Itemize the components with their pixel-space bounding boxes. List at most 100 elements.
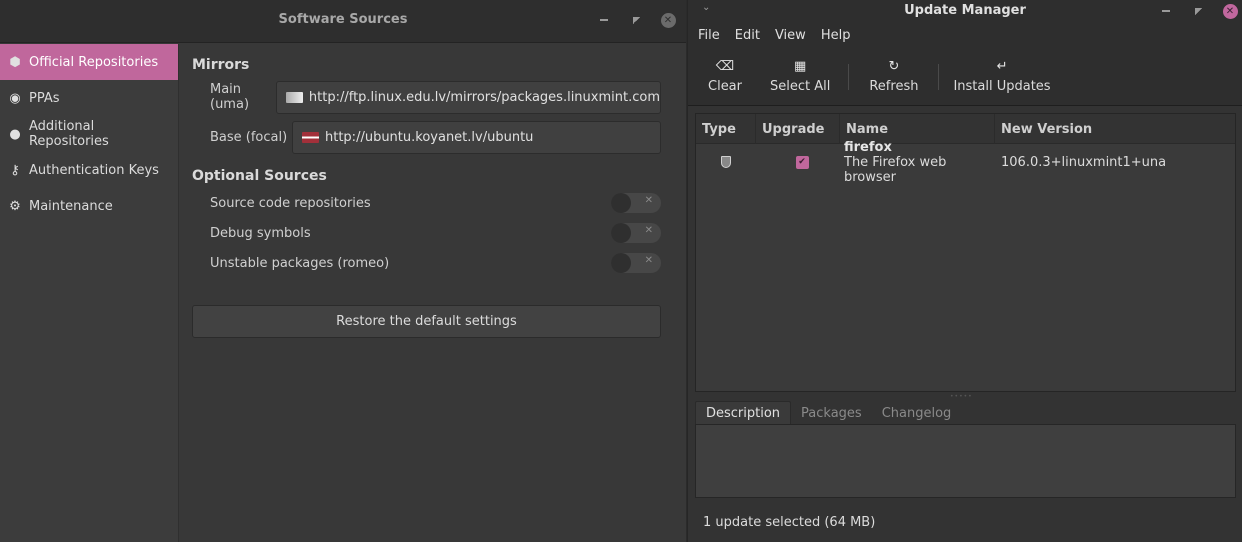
pane-resize-handle[interactable]: •••••: [950, 393, 973, 400]
globe-icon: ●: [9, 126, 21, 142]
refresh-icon: ↻: [888, 59, 900, 74]
refresh-label: Refresh: [869, 79, 919, 94]
mirror-base-row: Base (focal) http://ubuntu.koyanet.lv/ub…: [192, 120, 661, 154]
software-sources-window: Software Sources ✕ ⬢ Official Repositori…: [0, 0, 686, 542]
close-icon: ✕: [1222, 3, 1238, 19]
sidebar-item-label: PPAs: [29, 90, 60, 106]
maximize-button[interactable]: [620, 10, 652, 30]
sidebar-item-ppas[interactable]: ◉ PPAs: [0, 80, 178, 116]
maintenance-tools-icon: ⚙: [9, 198, 21, 214]
option-source-code: Source code repositories ✕: [192, 188, 661, 218]
mirrors-heading: Mirrors: [192, 57, 250, 73]
menu-edit[interactable]: Edit: [733, 28, 767, 43]
titlebar: ⌄ Update Manager ✕: [688, 0, 1242, 22]
select-all-icon: ▦: [794, 59, 807, 74]
column-upgrade[interactable]: Upgrade: [756, 114, 840, 144]
description-panel: [695, 424, 1236, 498]
minimize-button[interactable]: [588, 10, 620, 30]
package-description: The Firefox web browser: [844, 154, 947, 185]
updates-table: Type Upgrade Name New Version ✔ firefox …: [695, 113, 1236, 392]
table-row[interactable]: ✔ firefox The Firefox web browser 106.0.…: [696, 140, 1235, 185]
sidebar-item-maintenance[interactable]: ⚙ Maintenance: [0, 188, 178, 224]
toggle-knob: [611, 253, 631, 273]
option-label: Debug symbols: [210, 225, 311, 241]
window-title: Software Sources: [278, 12, 408, 27]
close-icon: ✕: [660, 12, 676, 28]
mirror-main-url: http://ftp.linux.edu.lv/mirrors/packages…: [308, 89, 660, 105]
clear-button[interactable]: ⌫ Clear: [696, 59, 754, 94]
mirror-base-url: http://ubuntu.koyanet.lv/ubuntu: [325, 129, 534, 145]
tab-packages[interactable]: Packages: [791, 401, 872, 425]
menu-help[interactable]: Help: [819, 28, 858, 43]
key-icon: ⚷: [10, 162, 20, 178]
sidebar-item-label: Official Repositories: [29, 54, 159, 70]
minimize-button[interactable]: [1150, 1, 1182, 21]
unstable-packages-toggle[interactable]: ✕: [611, 253, 661, 273]
table-header: Type Upgrade Name New Version: [696, 114, 1235, 144]
close-button[interactable]: ✕: [652, 10, 684, 30]
maximize-button[interactable]: [1182, 1, 1214, 21]
menubar: File Edit View Help: [688, 22, 1242, 48]
source-code-toggle[interactable]: ✕: [611, 193, 661, 213]
option-label: Source code repositories: [210, 195, 371, 211]
maximize-icon: [632, 16, 640, 24]
menu-view[interactable]: View: [773, 28, 813, 43]
mirror-base-button[interactable]: http://ubuntu.koyanet.lv/ubuntu: [292, 120, 661, 154]
package-box-icon: ⬢: [9, 54, 21, 70]
select-all-button[interactable]: ▦ Select All: [754, 59, 846, 94]
main-content: Mirrors Main (uma) http://ftp.linux.edu.…: [180, 44, 686, 542]
details-tabs: Description Packages Changelog: [695, 401, 961, 425]
optional-sources-heading: Optional Sources: [192, 168, 327, 184]
sidebar-item-label: Maintenance: [29, 198, 113, 214]
refresh-button[interactable]: ↻ Refresh: [851, 59, 936, 94]
close-button[interactable]: ✕: [1214, 1, 1242, 21]
off-x-icon: ✕: [644, 255, 653, 266]
menu-file[interactable]: File: [696, 28, 727, 43]
option-unstable-packages: Unstable packages (romeo) ✕: [192, 248, 661, 278]
option-label: Unstable packages (romeo): [210, 255, 390, 271]
tab-changelog[interactable]: Changelog: [872, 401, 962, 425]
flag-icon: [285, 91, 303, 103]
toolbar-separator: [938, 63, 940, 90]
mirror-main-row: Main (uma) http://ftp.linux.edu.lv/mirro…: [192, 80, 661, 114]
sidebar-item-authentication-keys[interactable]: ⚷ Authentication Keys: [0, 152, 178, 188]
select-all-label: Select All: [770, 79, 831, 94]
latvia-flag-icon: [302, 131, 319, 143]
mirror-base-label: Base (focal): [210, 129, 288, 145]
update-manager-window: ⌄ Update Manager ✕ File Edit View Help ⌫…: [687, 0, 1242, 542]
option-debug-symbols: Debug symbols ✕: [192, 218, 661, 248]
minimize-icon: [600, 19, 608, 21]
security-shield-icon: [721, 156, 731, 168]
sidebar: ⬢ Official Repositories ◉ PPAs ● Additio…: [0, 44, 179, 542]
toolbar-separator: [848, 63, 850, 90]
titlebar: Software Sources ✕: [0, 0, 686, 43]
package-version: 106.0.3+linuxmint1+una: [1001, 154, 1167, 170]
tab-description[interactable]: Description: [695, 401, 792, 425]
upgrade-checkbox[interactable]: ✔: [795, 155, 809, 169]
package-name: firefox: [844, 139, 892, 155]
backspace-clear-icon: ⌫: [715, 59, 735, 74]
restore-defaults-button[interactable]: Restore the default settings: [192, 305, 661, 338]
ppa-target-icon: ◉: [9, 90, 21, 106]
status-text: 1 update selected (64 MB): [703, 515, 876, 530]
clear-label: Clear: [708, 79, 742, 94]
column-type[interactable]: Type: [696, 114, 756, 144]
sidebar-item-official-repositories[interactable]: ⬢ Official Repositories: [0, 44, 178, 80]
off-x-icon: ✕: [644, 225, 653, 236]
toggle-knob: [611, 223, 631, 243]
install-updates-label: Install Updates: [953, 79, 1051, 94]
toolbar: ⌫ Clear ▦ Select All ↻ Refresh ↵ Install…: [688, 48, 1242, 106]
enter-return-icon: ↵: [996, 59, 1008, 74]
minimize-icon: [1162, 10, 1170, 12]
sidebar-item-label: Additional Repositories: [28, 119, 109, 149]
mirror-main-label: Main (uma): [210, 82, 250, 112]
toggle-knob: [611, 193, 631, 213]
column-new-version[interactable]: New Version: [995, 114, 1235, 144]
maximize-icon: [1194, 7, 1202, 15]
off-x-icon: ✕: [644, 195, 653, 206]
debug-symbols-toggle[interactable]: ✕: [611, 223, 661, 243]
sidebar-item-additional-repositories[interactable]: ● Additional Repositories: [0, 116, 178, 152]
mirror-main-button[interactable]: http://ftp.linux.edu.lv/mirrors/packages…: [275, 80, 661, 114]
install-updates-button[interactable]: ↵ Install Updates: [941, 59, 1062, 94]
sidebar-item-label: Authentication Keys: [29, 162, 159, 178]
